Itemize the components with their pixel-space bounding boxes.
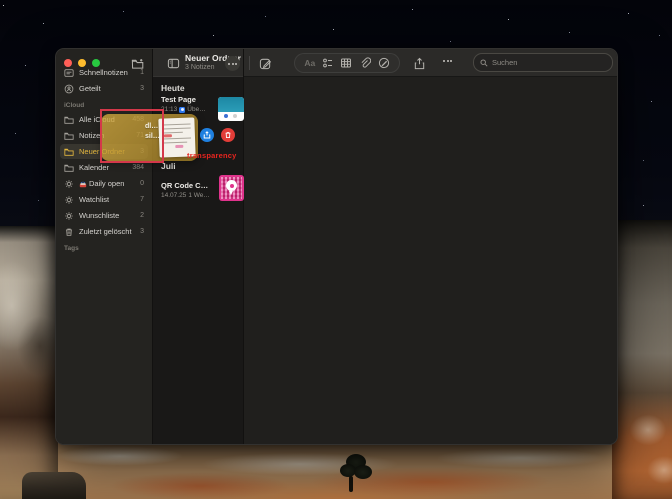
- search-icon: [480, 59, 488, 67]
- desert-streaks: [0, 438, 672, 499]
- note-row-qr-code[interactable]: QR Code C… 14.07.25 1 We…: [161, 175, 244, 205]
- note-title: QR Code C…: [161, 181, 211, 190]
- quick-note-icon: [64, 67, 75, 78]
- folder-icon: [64, 162, 75, 173]
- annotation-rectangle: [100, 109, 164, 163]
- sidebar-toggle-icon[interactable]: [166, 56, 181, 70]
- folder-more-button[interactable]: [225, 56, 240, 71]
- editor-toolbar: Aa: [244, 49, 617, 77]
- sidebar-section-tags: Tags: [60, 240, 148, 255]
- stars: [3, 5, 4, 6]
- shared-person-icon: [64, 83, 75, 94]
- sidebar-item-daily-open[interactable]: Daily open 0: [60, 176, 148, 191]
- link-favicon-icon: [179, 107, 185, 113]
- format-button-group: Aa: [294, 53, 400, 73]
- smart-folder-gear-icon: [64, 210, 75, 221]
- note-date: 14.07.25: [161, 192, 186, 199]
- share-icon[interactable]: [412, 56, 427, 70]
- desert-bush: [340, 452, 374, 494]
- rock-bottom-left: [22, 472, 86, 499]
- search-input[interactable]: [492, 58, 606, 67]
- sidebar-item-label: Schnellnotizen: [79, 68, 138, 77]
- smart-folder-gear-icon: [64, 194, 75, 205]
- text-format-button[interactable]: Aa: [304, 58, 315, 68]
- sidebar-item-watchlist[interactable]: Watchlist 7: [60, 192, 148, 207]
- sidebar-item-label: Geteilt: [79, 84, 138, 93]
- sidebar-item-zuletzt-geloescht[interactable]: Zuletzt gelöscht 3: [60, 224, 148, 239]
- markup-pen-icon[interactable]: [378, 57, 390, 69]
- note-thumbnail-qr-code: [219, 175, 244, 201]
- note-snippet: Übe…: [187, 106, 205, 113]
- attachment-paperclip-icon[interactable]: [359, 57, 371, 69]
- rock-formation-right: [612, 220, 672, 499]
- search-field[interactable]: [473, 53, 613, 72]
- sidebar-item-count: 3: [140, 85, 144, 92]
- note-thumbnail-webpage: [218, 97, 244, 121]
- folder-icon: [64, 146, 75, 157]
- sidebar-item-wunschliste[interactable]: Wunschliste 2: [60, 208, 148, 223]
- smart-folder-gear-icon: [64, 178, 75, 189]
- trash-icon: [64, 226, 75, 237]
- more-options-icon[interactable]: [443, 60, 452, 62]
- checklist-icon[interactable]: [322, 57, 334, 69]
- list-toolbar: Neuer Ordner 3 Notizen: [153, 49, 243, 77]
- folder-icon: [64, 130, 75, 141]
- folder-icon: [64, 114, 75, 125]
- compose-icon[interactable]: [258, 56, 273, 70]
- note-title: Test Page: [161, 95, 207, 104]
- notes-window: Schnellnotizen 1 Geteilt 3 iCloud Alle i…: [55, 48, 618, 445]
- annotation-label: transparency: [187, 151, 237, 160]
- notes-list-column: Neuer Ordner 3 Notizen Heute Test Page 2…: [153, 49, 244, 444]
- delete-action-button[interactable]: [221, 128, 235, 142]
- note-editor-area[interactable]: Aa: [244, 49, 617, 444]
- note-snippet: 1 We…: [188, 192, 210, 199]
- toolbar-separator: [249, 56, 250, 70]
- birthday-cake-icon: [79, 180, 87, 188]
- table-icon[interactable]: [340, 57, 352, 69]
- sidebar-item-geteilt[interactable]: Geteilt 3: [60, 81, 148, 96]
- sidebar-item-schnellnotizen[interactable]: Schnellnotizen 1: [60, 65, 148, 80]
- share-action-button[interactable]: [200, 128, 214, 142]
- sidebar-item-count: 1: [140, 69, 144, 76]
- rock-formation-left: [0, 226, 58, 499]
- notes-group-header-heute: Heute: [161, 83, 185, 93]
